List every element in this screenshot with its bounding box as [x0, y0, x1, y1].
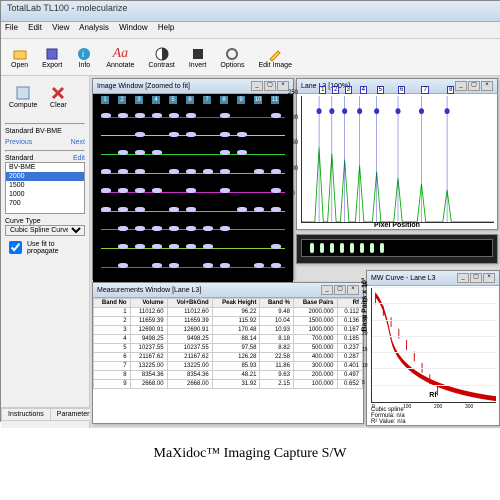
x-axis-label: Pixel Position [374, 222, 420, 229]
next-button[interactable]: Next [71, 139, 85, 146]
clear-button[interactable]: Clear [45, 80, 71, 113]
workspace: Compute Clear Standard BV-BME Previous N… [1, 76, 500, 428]
col-header: Base Pairs [293, 299, 337, 308]
col-header: Vol+BkGnd [167, 299, 212, 308]
titlebar: TotalLab TL100 - molecularize [1, 1, 500, 22]
contrast-icon [154, 46, 170, 62]
options-button[interactable]: Options [214, 44, 250, 71]
caption: MaXidoc™ Imaging Capture S/W [0, 446, 500, 462]
table-row[interactable]: 92668.002668.0031.922.15100.0000.652 [94, 380, 363, 389]
list-item[interactable]: BV-BME [6, 163, 84, 172]
table-row[interactable]: 111012.6011012.6096.229.482000.0000.112 [94, 308, 363, 317]
max-icon[interactable]: ▢ [468, 81, 480, 91]
col-header: Rf [337, 299, 362, 308]
lane-strip [301, 239, 493, 257]
compute-icon [14, 84, 32, 102]
aa-icon: Aa [113, 46, 129, 62]
table-row[interactable]: 49498.259498.2588.148.18700.0000.185 [94, 335, 363, 344]
main-area: Image Window [Zoomed to fit]_▢× 12345678… [90, 76, 500, 428]
list-item[interactable]: 1500 [6, 181, 84, 190]
list-item[interactable]: 1000 [6, 190, 84, 199]
clear-icon [49, 84, 67, 102]
menu-window[interactable]: Window [119, 23, 147, 32]
menubar: File Edit View Analysis Window Help [1, 22, 500, 39]
table-row[interactable]: 621167.6221167.62126.2822.58400.0000.287 [94, 353, 363, 362]
disk-icon [44, 46, 60, 62]
list-item[interactable]: 2000 [6, 172, 84, 181]
invert-button[interactable]: Invert [183, 44, 213, 71]
col-header: Band % [260, 299, 294, 308]
sidebar: Compute Clear Standard BV-BME Previous N… [1, 76, 90, 428]
min-icon[interactable]: _ [457, 273, 469, 283]
list-item[interactable]: 700 [6, 199, 84, 208]
close-icon[interactable]: × [481, 81, 493, 91]
menu-edit[interactable]: Edit [28, 23, 42, 32]
prev-button[interactable]: Previous [5, 139, 32, 146]
lane-chart: 12345678050100150200250 [301, 96, 494, 223]
max-icon[interactable]: ▢ [470, 273, 482, 283]
table-row[interactable]: 88354.368354.3648.219.63200.0000.497 [94, 371, 363, 380]
app-title: TotalLab TL100 - molecularize [7, 3, 127, 13]
close-icon[interactable]: × [347, 285, 359, 295]
table-row[interactable]: 312690.9112690.91170.4810.931000.0000.16… [94, 326, 363, 335]
image-panel: Image Window [Zoomed to fit]_▢× 12345678… [92, 78, 294, 280]
panel-title: Image Window [Zoomed to fit] [97, 83, 190, 90]
col-header: Band No [94, 299, 131, 308]
close-icon[interactable]: × [483, 273, 495, 283]
max-icon[interactable]: ▢ [334, 285, 346, 295]
panel-title: Measurements Window [Lane L3] [97, 287, 201, 294]
tab-instructions[interactable]: Instructions [1, 408, 51, 421]
min-icon[interactable]: _ [321, 285, 333, 295]
open-button[interactable]: Open [5, 44, 34, 71]
fit-checkbox[interactable]: Use fit to propagate [5, 238, 85, 257]
edit-image-button[interactable]: Edit Image [253, 44, 298, 71]
folder-icon [12, 46, 28, 62]
contrast-button[interactable]: Contrast [142, 44, 180, 71]
svg-text:i: i [82, 49, 84, 59]
edit-link[interactable]: Edit [73, 155, 85, 162]
table-row[interactable]: 510237.5510237.5597.588.82500.0000.237 [94, 344, 363, 353]
curve-type-label: Curve Type [5, 218, 85, 225]
lane-panel: Lane L3 [100%]_▢× 1234567805010015020025… [296, 78, 498, 230]
min-icon[interactable]: _ [455, 81, 467, 91]
legend-panel [296, 234, 498, 264]
mw-chart: 51015202530350100200300 [371, 288, 496, 403]
col-header: Volume [130, 299, 167, 308]
min-icon[interactable]: _ [251, 81, 263, 91]
gel-image[interactable]: 1234567891011 [93, 94, 293, 282]
menu-file[interactable]: File [5, 23, 18, 32]
info-icon: i [76, 46, 92, 62]
table-row[interactable]: 713225.0013225.0085.9311.86300.0000.401 [94, 362, 363, 371]
standard-label: Standard BV-BME [5, 128, 85, 135]
app-window: TotalLab TL100 - molecularize File Edit … [0, 0, 500, 422]
mw-panel: MW Curve - Lane L3_▢× Base Pairs x 10³ 5… [366, 270, 500, 426]
x-axis-label: Rf [429, 392, 436, 399]
info-button[interactable]: iInfo [70, 44, 98, 71]
gear-icon [224, 46, 240, 62]
measurements-table: Band NoVolumeVol+BkGndPeak HeightBand %B… [93, 298, 363, 389]
compute-button[interactable]: Compute [5, 80, 41, 113]
panel-title: MW Curve - Lane L3 [371, 275, 436, 282]
measurements-panel: Measurements Window [Lane L3] _▢× Band No… [92, 282, 364, 424]
toolbar: Open Export iInfo AaAnnotate Contrast In… [1, 39, 500, 76]
curve-select[interactable]: Cubic Spline Curve [5, 225, 85, 236]
max-icon[interactable]: ▢ [264, 81, 276, 91]
invert-icon [190, 46, 206, 62]
mw-info: R² Value: n/a [371, 419, 495, 425]
table-row[interactable]: 211659.3911659.39115.9210.041500.0000.13… [94, 317, 363, 326]
standard-list[interactable]: BV-BME 2000 1500 1000 700 [5, 162, 85, 214]
menu-view[interactable]: View [52, 23, 69, 32]
col-header: Peak Height [212, 299, 260, 308]
menu-help[interactable]: Help [158, 23, 174, 32]
menu-analysis[interactable]: Analysis [79, 23, 109, 32]
pencil-icon [267, 46, 283, 62]
export-button[interactable]: Export [36, 44, 68, 71]
annotate-button[interactable]: AaAnnotate [100, 44, 140, 71]
